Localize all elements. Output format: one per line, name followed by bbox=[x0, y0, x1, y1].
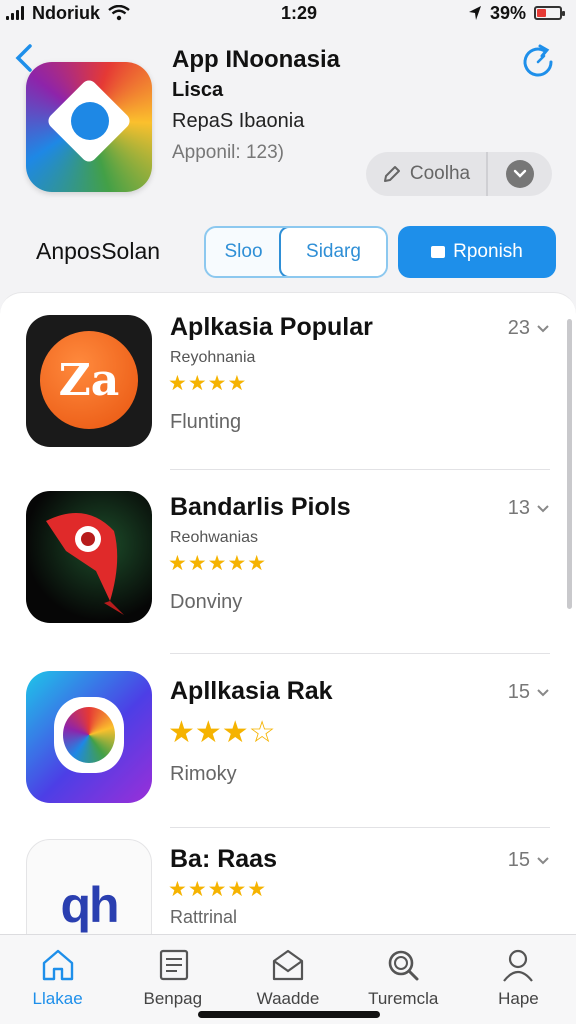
star-rating: ★★★★ bbox=[168, 372, 248, 395]
divider bbox=[170, 469, 550, 470]
tab-label: Turemcla bbox=[368, 989, 439, 1008]
battery-level bbox=[536, 9, 546, 17]
list-item[interactable]: Za Aplkasia Popular Reyohnania ★★★★ Flun… bbox=[0, 293, 576, 473]
review-count-value: 15 bbox=[507, 849, 530, 871]
review-count-value: 15 bbox=[507, 681, 530, 703]
status-right: 39% bbox=[468, 2, 565, 24]
battery-percent: 39% bbox=[489, 2, 526, 23]
tab-label: Waadde bbox=[256, 989, 320, 1008]
person-icon bbox=[503, 949, 534, 982]
app-version: Apponil: 123) bbox=[172, 142, 284, 163]
pencil-icon bbox=[383, 166, 400, 182]
list-item[interactable]: Apllkasia Rak ★★★☆ Rimoky 15 bbox=[0, 657, 576, 837]
wifi-icon bbox=[108, 5, 130, 21]
review-count: 15 bbox=[508, 849, 550, 872]
review-count: 15 bbox=[508, 681, 550, 704]
app-list: Za Aplkasia Popular Reyohnania ★★★★ Flun… bbox=[0, 292, 576, 934]
tab-profile[interactable]: Hape bbox=[461, 935, 576, 1024]
chevron-down-icon bbox=[537, 325, 549, 333]
section-label: AnposSolan bbox=[36, 238, 161, 264]
list-item[interactable]: qh Ba: Raas ★★★★★ Rattrinal 15 bbox=[0, 833, 576, 934]
signal-icon bbox=[6, 6, 24, 20]
review-count-value: 23 bbox=[507, 317, 530, 339]
app-status: Rattrinal bbox=[170, 907, 238, 927]
segment-sloo[interactable]: Sloo bbox=[206, 228, 281, 276]
review-count-value: 13 bbox=[507, 497, 530, 519]
tag-icon bbox=[431, 246, 446, 258]
app-name: Aplkasia Popular bbox=[170, 313, 373, 341]
app-status: Flunting bbox=[170, 411, 242, 433]
home-icon bbox=[42, 949, 73, 981]
chevron-down-icon bbox=[537, 689, 549, 697]
review-count: 13 bbox=[508, 497, 550, 520]
app-icon-qh: qh bbox=[26, 839, 152, 934]
divider bbox=[170, 827, 550, 828]
segment-sidarg[interactable]: Sidarg bbox=[279, 228, 386, 276]
action-pill: Coolha bbox=[366, 152, 552, 196]
location-icon bbox=[468, 6, 481, 20]
app-name: Apllkasia Rak bbox=[170, 677, 333, 705]
primary-button[interactable]: Rponish bbox=[398, 226, 556, 278]
star-rating: ★★★★★ bbox=[168, 878, 268, 901]
segmented-control: Sloo Sidarg bbox=[204, 226, 388, 278]
refresh-button[interactable] bbox=[518, 42, 558, 82]
star-rating: ★★★★★ bbox=[168, 552, 268, 575]
primary-button-label: Rponish bbox=[453, 241, 523, 262]
status-bar: Ndoriuk 1:29 39% bbox=[0, 0, 576, 26]
app-subtitle: Lisca bbox=[172, 79, 224, 101]
action-label: Coolha bbox=[409, 163, 471, 184]
search-icon bbox=[388, 950, 419, 981]
battery-icon bbox=[533, 6, 565, 20]
tab-label: Llakae bbox=[32, 989, 83, 1008]
app-developer: RepaS Ibaonia bbox=[172, 110, 305, 132]
status-left: Ndoriuk bbox=[6, 3, 130, 24]
star-rating: ★★★☆ bbox=[168, 716, 276, 749]
list-item[interactable]: Bandarlis Piols Reohwanias ★★★★★ Donviny… bbox=[0, 473, 576, 654]
tab-label: Hape bbox=[498, 989, 539, 1008]
carrier-name: Ndoriuk bbox=[32, 2, 101, 23]
app-icon-lens bbox=[26, 671, 152, 803]
review-count: 23 bbox=[508, 317, 550, 340]
more-button[interactable] bbox=[488, 160, 552, 188]
app-name: Bandarlis Piols bbox=[170, 493, 351, 521]
rocket-icon bbox=[46, 513, 124, 615]
status-time: 1:29 bbox=[280, 2, 317, 23]
app-title: App INoonasia bbox=[172, 46, 341, 73]
app-status: Donviny bbox=[170, 591, 243, 613]
app-category: Reohwanias bbox=[170, 529, 259, 546]
mail-icon bbox=[272, 949, 304, 981]
divider bbox=[170, 653, 550, 654]
app-icon-rocket bbox=[26, 491, 152, 623]
action-button[interactable]: Coolha bbox=[366, 152, 488, 196]
refresh-icon bbox=[523, 44, 553, 77]
app-name: Ba: Raas bbox=[170, 845, 277, 873]
app-status: Rimoky bbox=[170, 763, 237, 785]
chevron-down-icon bbox=[506, 160, 534, 188]
document-icon bbox=[159, 949, 188, 981]
home-indicator bbox=[198, 1011, 380, 1018]
app-category: Reyohnania bbox=[170, 349, 256, 366]
tab-label: Benpag bbox=[143, 989, 203, 1008]
chevron-down-icon bbox=[537, 857, 549, 865]
za-logo: Za bbox=[40, 331, 138, 429]
app-icon-za: Za bbox=[26, 315, 152, 447]
app-icon bbox=[26, 62, 152, 192]
chevron-down-icon bbox=[537, 505, 549, 513]
tab-home[interactable]: Llakae bbox=[0, 935, 115, 1024]
